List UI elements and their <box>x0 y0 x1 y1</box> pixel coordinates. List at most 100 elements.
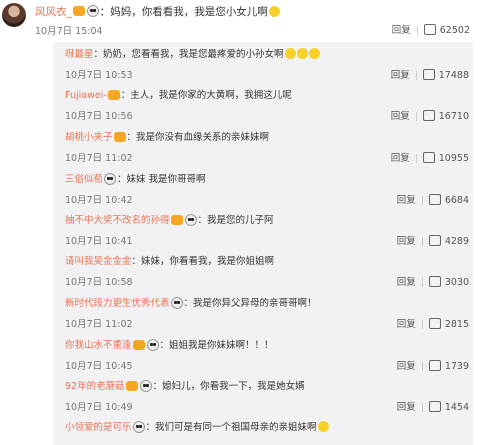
reply-line: 呀最星：奶奶，您看看我，我是您最疼爱的小孙女啊 <box>65 46 320 60</box>
reply-actions: 回复 3030 <box>397 274 469 288</box>
reply-username[interactable]: 抽不中大奖不改名的孙得 <box>65 215 170 226</box>
reply-text: ：我是你没有血缘关系的亲妹妹啊 <box>126 132 270 143</box>
like-icon[interactable] <box>428 318 441 329</box>
reply-line: 新时代段力更生优秀代表 ：我是你异父异母的亲哥哥啊！ <box>65 295 317 310</box>
like-count: 4289 <box>444 236 469 247</box>
reply-username[interactable]: 小领爱的是可乐 <box>65 422 132 433</box>
divider <box>415 71 417 80</box>
divider <box>416 26 418 35</box>
like-count: 1739 <box>444 361 469 372</box>
reply-button[interactable]: 回复 <box>391 111 410 122</box>
reply-username[interactable]: 三俗似荀 <box>65 174 103 185</box>
reply-username[interactable]: 请叫我吴金金金 <box>65 256 132 267</box>
reply-text: ：妹妹，你看看我，我是你姐姐啊 <box>131 256 275 267</box>
reply-timestamp: 10月7日 10:49 <box>65 402 133 413</box>
reply-line: 小领爱的是可乐 ：我们可是有同一个祖国母亲的亲姐妹啊 <box>65 419 329 434</box>
like-count: 3030 <box>444 277 469 288</box>
reply-line: 请叫我吴金金金：妹妹，你看看我，我是你姐姐啊 <box>65 253 274 267</box>
emoji-icon <box>268 5 280 17</box>
reply-username[interactable]: 呀最星 <box>65 49 94 60</box>
emoji-icon <box>296 48 308 59</box>
reply-button[interactable]: 回复 <box>391 70 410 81</box>
avatar[interactable] <box>2 3 26 27</box>
like-count: 1454 <box>444 402 469 413</box>
reply-line: 抽不中大奖不改名的孙得 ：我是您的儿子阿 <box>65 212 274 227</box>
reply-username[interactable]: 92年的老蘑菇 <box>65 381 125 392</box>
reply-timestamp: 10月7日 10:42 <box>65 195 133 206</box>
vip-badge-icon <box>170 214 183 225</box>
reply-text: ：我们可是有同一个祖国母亲的亲姐妹啊 <box>145 422 317 433</box>
like-icon[interactable] <box>428 194 441 205</box>
emoji-icon <box>308 48 320 59</box>
divider <box>421 320 423 329</box>
reply-line: 92年的老蘑菇 ：媳妇儿，你看我一下，我是她女婿 <box>65 378 305 393</box>
panda-icon <box>132 420 145 433</box>
vip-badge-icon <box>72 6 85 16</box>
vip-badge-icon <box>132 339 145 350</box>
like-count: 17488 <box>438 70 469 81</box>
like-icon[interactable] <box>422 69 435 80</box>
reply-text: ：我是你异父异母的亲哥哥啊！ <box>183 298 317 309</box>
main-username[interactable]: 风风衣_ <box>35 6 72 18</box>
reply-actions: 回复 6684 <box>397 192 469 206</box>
emoji-icon <box>317 421 329 432</box>
reply-actions: 回复 2815 <box>397 316 469 330</box>
divider <box>421 196 423 205</box>
panda-icon <box>104 172 117 185</box>
reply-username[interactable]: 新时代段力更生优秀代表 <box>65 298 170 309</box>
replies-panel: 呀最星：奶奶，您看看我，我是您最疼爱的小孙女啊 10月7日 10:53 回复 17… <box>53 42 473 445</box>
vip-badge-icon <box>113 131 126 142</box>
reply-button[interactable]: 回复 <box>397 319 416 330</box>
panda-icon <box>170 296 183 309</box>
like-icon[interactable] <box>422 152 435 163</box>
vip-badge-icon <box>125 380 138 391</box>
reply-timestamp: 10月7日 10:56 <box>65 111 133 122</box>
reply-timestamp: 10月7日 11:02 <box>65 319 133 330</box>
panda-icon <box>184 213 197 226</box>
like-icon[interactable] <box>423 24 436 35</box>
reply-text: ：主人，我是你家的大黄啊，我拥这儿呢 <box>120 90 292 101</box>
like-icon[interactable] <box>422 110 435 121</box>
like-icon[interactable] <box>428 360 441 371</box>
reply-text: ：奶奶，您看看我，我是您最疼爱的小孙女啊 <box>93 49 284 60</box>
reply-button[interactable]: 回复 <box>397 361 416 372</box>
reply-actions: 回复 1454 <box>397 399 469 413</box>
main-comment-text: 妈妈，你看看我，我是您小女儿啊 <box>110 6 268 18</box>
reply-item: 呀最星：奶奶，您看看我，我是您最疼爱的小孙女啊 10月7日 10:53 回复 17… <box>59 44 469 88</box>
reply-item: 小领爱的是可乐 ：我们可是有同一个祖国母亲的亲姐妹啊 <box>59 417 469 443</box>
reply-button[interactable]: 回复 <box>397 236 416 247</box>
like-icon[interactable] <box>428 276 441 287</box>
reply-line: 你我山水不重逢 ：姐姐我是你妹妹啊！！！ <box>65 337 274 352</box>
reply-actions: 回复 4289 <box>397 233 469 247</box>
reply-timestamp: 10月7日 10:41 <box>65 236 133 247</box>
reply-button[interactable]: 回复 <box>397 277 416 288</box>
panda-icon <box>86 5 99 17</box>
reply-button[interactable]: 回复 <box>391 153 410 164</box>
main-sep: ： <box>99 6 111 18</box>
reply-username[interactable]: Fujiawei- <box>65 90 107 101</box>
reply-button[interactable]: 回复 <box>397 195 416 206</box>
reply-actions: 回复 10955 <box>391 150 469 164</box>
reply-item: 三俗似荀 ：妹妹 我是你哥哥啊 10月7日 10:42 回复 6684 <box>59 169 469 213</box>
reply-text: ：姐姐我是你妹妹啊！！！ <box>159 340 274 351</box>
main-timestamp: 10月7日 15:04 <box>35 26 103 37</box>
main-actions: 回复 62502 <box>392 22 470 36</box>
reply-timestamp: 10月7日 10:53 <box>65 70 133 81</box>
reply-timestamp: 10月7日 10:45 <box>65 361 133 372</box>
main-like-count: 62502 <box>439 25 470 36</box>
reply-item: 92年的老蘑菇 ：媳妇儿，你看我一下，我是她女婿 10月7日 10:49 回复 14… <box>59 376 469 420</box>
reply-username[interactable]: 胡桃小夹子 <box>65 132 113 143</box>
divider <box>421 362 423 371</box>
main-comment-line: 风风衣_ ：妈妈，你看看我，我是您小女儿啊 <box>35 4 280 19</box>
like-icon[interactable] <box>428 401 441 412</box>
divider <box>421 278 423 287</box>
divider <box>415 112 417 121</box>
reply-button[interactable]: 回复 <box>397 402 416 413</box>
like-icon[interactable] <box>428 235 441 246</box>
divider <box>415 154 417 163</box>
reply-username[interactable]: 你我山水不重逢 <box>65 340 132 351</box>
reply-text: ：妹妹 我是你哥哥啊 <box>117 174 206 185</box>
main-reply-button[interactable]: 回复 <box>392 25 411 36</box>
like-count: 16710 <box>438 111 469 122</box>
like-count: 2815 <box>444 319 469 330</box>
